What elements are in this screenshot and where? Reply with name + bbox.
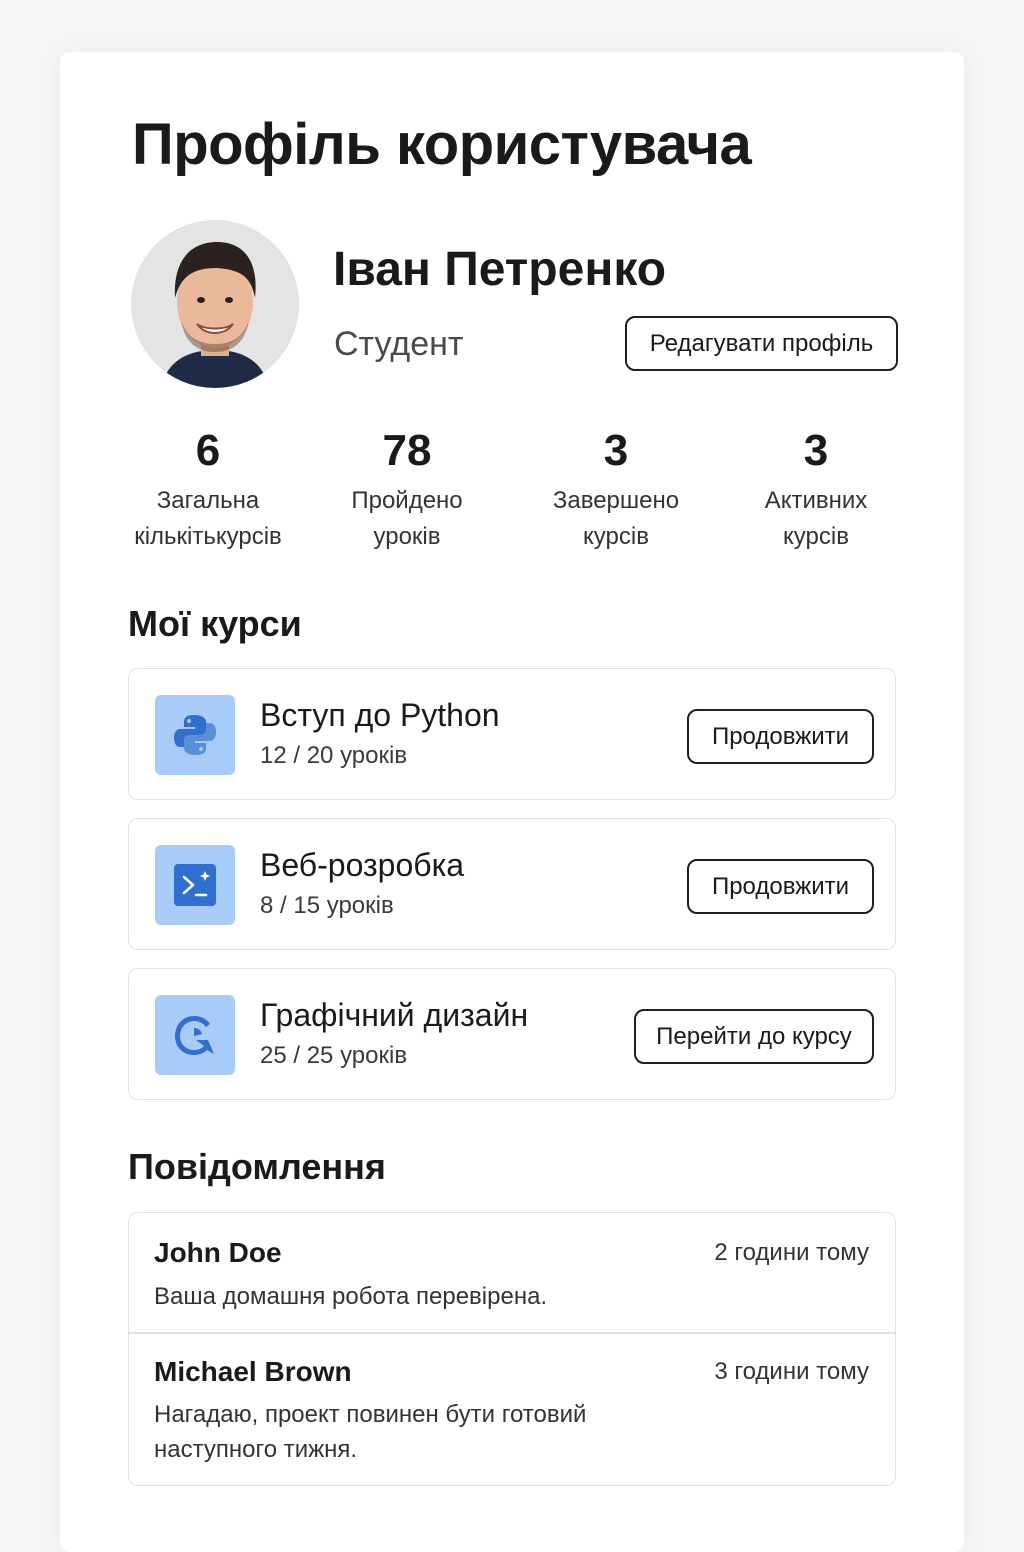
stat-active-courses: 3 Активних курсів <box>721 425 911 555</box>
notification-time: 2 години тому <box>714 1239 869 1266</box>
user-name: Іван Петренко <box>333 243 667 296</box>
stat-label: Загальна кількітькурсів <box>134 487 282 550</box>
course-progress: 8 / 15 уроків <box>260 892 394 919</box>
stat-lessons-done: 78 Пройдено уроків <box>312 425 502 555</box>
course-progress: 25 / 25 уроків <box>260 1042 408 1069</box>
course-progress: 12 / 20 уроків <box>260 742 408 769</box>
notification-sender: Michael Brown <box>154 1356 352 1387</box>
go-to-course-button[interactable]: Перейти до курсу <box>634 1009 874 1064</box>
stat-label: Активних курсів <box>764 487 868 550</box>
avatar-portrait-icon <box>131 220 299 388</box>
notification-time: 3 години тому <box>714 1358 869 1385</box>
course-title: Веб-розробка <box>260 847 465 883</box>
terminal-icon <box>155 845 235 925</box>
notifications-heading: Повідомлення <box>128 1146 386 1187</box>
continue-button[interactable]: Продовжити <box>687 859 874 914</box>
python-icon <box>155 695 235 775</box>
notification-message: Ваша домашня робота перевірена. <box>154 1283 548 1310</box>
stat-label: Пройдено уроків <box>351 487 463 550</box>
stat-value: 3 <box>603 426 629 475</box>
page-title: Профіль користувача <box>132 112 752 177</box>
stat-completed-courses: 3 Завершено курсів <box>521 425 711 555</box>
continue-button[interactable]: Продовжити <box>687 709 874 764</box>
edit-profile-button[interactable]: Редагувати профіль <box>625 316 898 371</box>
notification-item[interactable]: Michael Brown 3 години тому Нагадаю, про… <box>129 1333 895 1485</box>
notification-message: Нагадаю, проект повинен бути готовий нас… <box>154 1401 587 1463</box>
stat-value: 6 <box>195 426 221 475</box>
notification-item[interactable]: John Doe 2 години тому Ваша домашня робо… <box>129 1213 895 1333</box>
notification-sender: John Doe <box>154 1237 282 1268</box>
course-card: Графічний дизайн 25 / 25 уроків Перейти … <box>128 968 896 1100</box>
notifications-list: John Doe 2 години тому Ваша домашня робо… <box>128 1212 896 1486</box>
stat-value: 78 <box>382 426 432 475</box>
course-title: Графічний дизайн <box>260 997 529 1033</box>
avatar <box>131 220 299 388</box>
course-card: Веб-розробка 8 / 15 уроків Продовжити <box>128 818 896 950</box>
design-icon <box>155 995 235 1075</box>
stat-label: Завершено курсів <box>552 487 680 550</box>
stat-total-courses: 6 Загальна кількітькурсів <box>113 425 303 555</box>
course-title: Вступ до Python <box>260 697 500 733</box>
course-card: Вступ до Python 12 / 20 уроків Продовжит… <box>128 668 896 800</box>
courses-heading: Мої курси <box>128 603 302 644</box>
stat-value: 3 <box>803 426 829 475</box>
user-role: Студент <box>334 325 464 363</box>
